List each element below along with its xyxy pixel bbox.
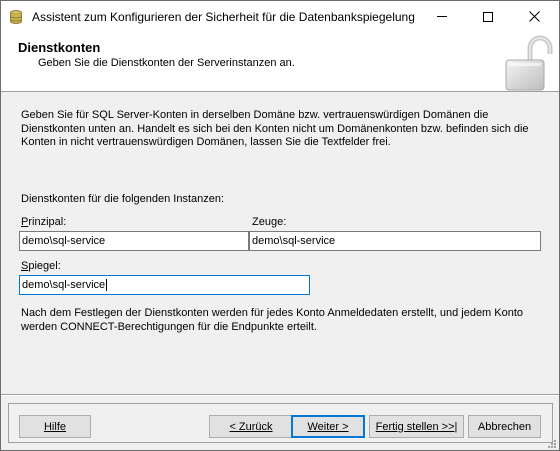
wizard-window: Assistent zum Konfigurieren der Sicherhe… — [0, 0, 560, 451]
finish-button[interactable]: Fertig stellen >>| — [369, 415, 464, 438]
page-subtitle: Geben Sie die Dienstkonten der Serverins… — [38, 57, 295, 69]
window-title: Assistent zum Konfigurieren der Sicherhe… — [32, 10, 415, 24]
cancel-button-label: Abbrechen — [477, 420, 532, 433]
close-icon — [528, 11, 540, 22]
intro-text: Geben Sie für SQL Server-Konten in derse… — [21, 109, 529, 148]
witness-account-input[interactable]: demo\sql-service — [249, 231, 541, 251]
database-icon — [10, 10, 22, 24]
cancel-button[interactable]: Abbrechen — [468, 415, 541, 438]
note-text: Nach dem Festlegen der Dienstkonten werd… — [21, 307, 524, 333]
instances-label: Dienstkonten für die folgenden Instanzen… — [21, 193, 225, 205]
next-button-label: Weiter > — [307, 420, 349, 433]
next-button[interactable]: Weiter > — [291, 415, 365, 438]
close-button[interactable] — [511, 1, 557, 32]
page-title: Dienstkonten — [18, 40, 101, 55]
mirror-label: Spiegel: — [21, 260, 61, 272]
back-button-label: < Zurück — [229, 420, 273, 433]
help-button-label: Hilfe — [43, 420, 66, 433]
wizard-header: Dienstkonten Geben Sie die Dienstkonten … — [1, 32, 559, 92]
footer-separator-highlight — [1, 395, 559, 396]
mirror-account-input[interactable]: demo\sql-service — [19, 275, 310, 295]
minimize-icon — [437, 16, 447, 17]
resize-grip-icon[interactable] — [547, 439, 557, 449]
principal-label: Prinzipal: — [21, 216, 66, 228]
witness-label: Zeuge: — [252, 216, 287, 228]
padlock-icon — [505, 35, 553, 91]
back-button[interactable]: < Zurück — [209, 415, 293, 438]
mirror-label-text: piegel: — [28, 260, 61, 272]
help-button[interactable]: Hilfe — [19, 415, 91, 438]
principal-label-text: rinzipal: — [28, 216, 67, 228]
minimize-button[interactable] — [419, 1, 465, 32]
finish-button-label: Fertig stellen >>| — [375, 420, 458, 433]
maximize-icon — [483, 11, 493, 22]
text-caret — [106, 279, 108, 292]
maximize-button[interactable] — [465, 1, 511, 32]
principal-account-input[interactable]: demo\sql-service — [19, 231, 249, 251]
mirror-account-value: demo\sql-service — [22, 279, 106, 291]
title-bar[interactable]: Assistent zum Konfigurieren der Sicherhe… — [1, 1, 559, 32]
